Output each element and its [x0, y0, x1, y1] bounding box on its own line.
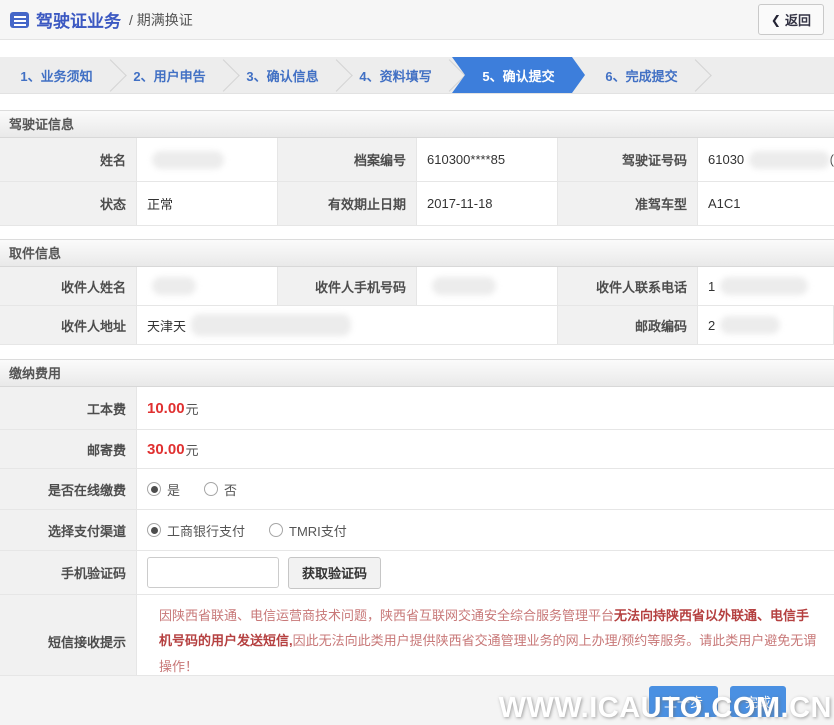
sms-code-row: 获取验证码 — [137, 551, 834, 595]
production-fee-amount: 10.00 — [147, 399, 185, 417]
production-fee-value: 10.00 元 — [137, 387, 834, 430]
license-no-label: 驾驶证号码 — [558, 138, 698, 182]
production-fee-label: 工本费 — [0, 387, 137, 430]
finish-button[interactable]: 完成 — [729, 686, 786, 717]
redacted-name — [152, 150, 224, 169]
postage-fee-value: 30.00 元 — [137, 430, 834, 469]
sms-code-label: 手机验证码 — [0, 551, 137, 595]
sms-code-input[interactable] — [147, 557, 279, 588]
channel-tmri-label: TMRI支付 — [289, 523, 347, 539]
back-button[interactable]: ❮ 返回 — [757, 4, 824, 35]
name-value — [137, 138, 278, 182]
recipient-address-prefix: 天津天 — [147, 318, 187, 334]
recipient-address-label: 收件人地址 — [0, 306, 137, 345]
vehicle-type-label: 准驾车型 — [558, 182, 698, 226]
redacted-recipient-mobile — [432, 277, 496, 295]
expiry-label: 有效期止日期 — [278, 182, 417, 226]
online-pay-no-label: 否 — [224, 482, 238, 498]
license-no-prefix: 61030 — [708, 152, 745, 167]
online-pay-options: 是 否 — [137, 469, 834, 510]
step-6-complete-submit[interactable]: 6、完成提交 — [585, 57, 698, 93]
redacted-license-no — [749, 150, 830, 169]
license-section-header: 驾驶证信息 — [0, 110, 834, 138]
status-value: 正常 — [137, 182, 278, 226]
fees-section-header: 缴纳费用 — [0, 359, 834, 387]
sms-notice-text: 因陕西省联通、电信运营商技术问题，陕西省互联网交通安全综合服务管理平台无法向持陕… — [147, 595, 834, 687]
page-title: 驾驶证业务 — [36, 12, 121, 31]
pay-channel-label: 选择支付渠道 — [0, 510, 137, 551]
license-table: 姓名 档案编号 610300****85 驾驶证号码 61030 ( 状态 正常… — [0, 138, 834, 226]
step-nav: 1、业务须知 2、用户申告 3、确认信息 4、资料填写 5、确认提交 6、完成提… — [0, 57, 834, 94]
recipient-name-value — [137, 267, 278, 306]
previous-step-button[interactable]: 上一步 — [648, 686, 718, 717]
pay-channel-options: 工商银行支付 TMRI支付 — [137, 510, 834, 551]
postcode-label: 邮政编码 — [558, 306, 698, 345]
postage-fee-amount: 30.00 — [147, 440, 185, 458]
fees-table: 工本费 10.00 元 邮寄费 30.00 元 是否在线缴费 是 否 选择支付渠… — [0, 387, 834, 689]
radio-channel-icbc[interactable] — [147, 523, 161, 537]
footer-buttons: 上一步 完成 — [648, 686, 786, 717]
radio-channel-tmri[interactable] — [269, 523, 284, 537]
postcode-prefix: 2 — [708, 317, 716, 333]
recipient-address-value: 天津天 — [137, 306, 558, 345]
postage-fee-label: 邮寄费 — [0, 430, 137, 469]
page: 驾驶证业务 / 期满换证 ❮ 返回 1、业务须知 2、用户申告 3、确认信息 4… — [0, 0, 834, 725]
step-3-confirm-info[interactable]: 3、确认信息 — [226, 57, 339, 93]
step-4-fill-data[interactable]: 4、资料填写 — [339, 57, 452, 93]
document-list-icon — [10, 11, 29, 28]
step-2-user-declaration[interactable]: 2、用户申告 — [113, 57, 226, 93]
name-label: 姓名 — [0, 138, 137, 182]
license-no-suffix: ( — [829, 152, 834, 167]
recipient-phone-value: 1 — [698, 267, 834, 306]
recipient-name-label: 收件人姓名 — [0, 267, 137, 306]
recipient-mobile-label: 收件人手机号码 — [278, 267, 417, 306]
recipient-phone-label: 收件人联系电话 — [558, 267, 698, 306]
radio-online-pay-no[interactable] — [204, 482, 219, 496]
file-no-value: 610300****85 — [417, 138, 558, 182]
online-pay-label: 是否在线缴费 — [0, 469, 137, 510]
get-code-button[interactable]: 获取验证码 — [288, 556, 382, 589]
pickup-table: 收件人姓名 收件人手机号码 收件人联系电话 1 收件人地址 天津天 邮政编码 2 — [0, 267, 834, 345]
footer-bar: 上一步 完成 — [0, 675, 834, 725]
pickup-section-header: 取件信息 — [0, 239, 834, 267]
file-no-label: 档案编号 — [278, 138, 417, 182]
production-fee-unit: 元 — [185, 401, 199, 417]
redacted-recipient-name — [152, 277, 196, 295]
expiry-value: 2017-11-18 — [417, 182, 558, 226]
license-no-value: 61030 ( — [698, 138, 834, 182]
step-1-business-notice[interactable]: 1、业务须知 — [0, 57, 113, 93]
postage-fee-unit: 元 — [185, 442, 199, 458]
redacted-postcode — [720, 316, 781, 334]
recipient-mobile-value — [417, 267, 558, 306]
redacted-recipient-phone — [720, 277, 809, 295]
channel-icbc-label: 工商银行支付 — [167, 523, 246, 539]
recipient-phone-prefix: 1 — [708, 278, 716, 294]
redacted-recipient-address — [191, 314, 352, 336]
back-chevron-icon: ❮ — [770, 12, 781, 27]
back-button-label: 返回 — [784, 13, 811, 28]
status-label: 状态 — [0, 182, 137, 226]
notice-part1: 因陕西省联通、电信运营商技术问题，陕西省互联网交通安全综合服务管理平台 — [159, 608, 615, 623]
vehicle-type-value: A1C1 — [698, 182, 834, 226]
breadcrumb-subtitle: / 期满换证 — [129, 11, 193, 28]
step-5-confirm-submit-active[interactable]: 5、确认提交 — [452, 57, 585, 93]
postcode-value: 2 — [698, 306, 834, 345]
radio-online-pay-yes[interactable] — [147, 482, 161, 496]
online-pay-yes-label: 是 — [167, 482, 181, 498]
top-bar: 驾驶证业务 / 期满换证 ❮ 返回 — [0, 0, 834, 40]
